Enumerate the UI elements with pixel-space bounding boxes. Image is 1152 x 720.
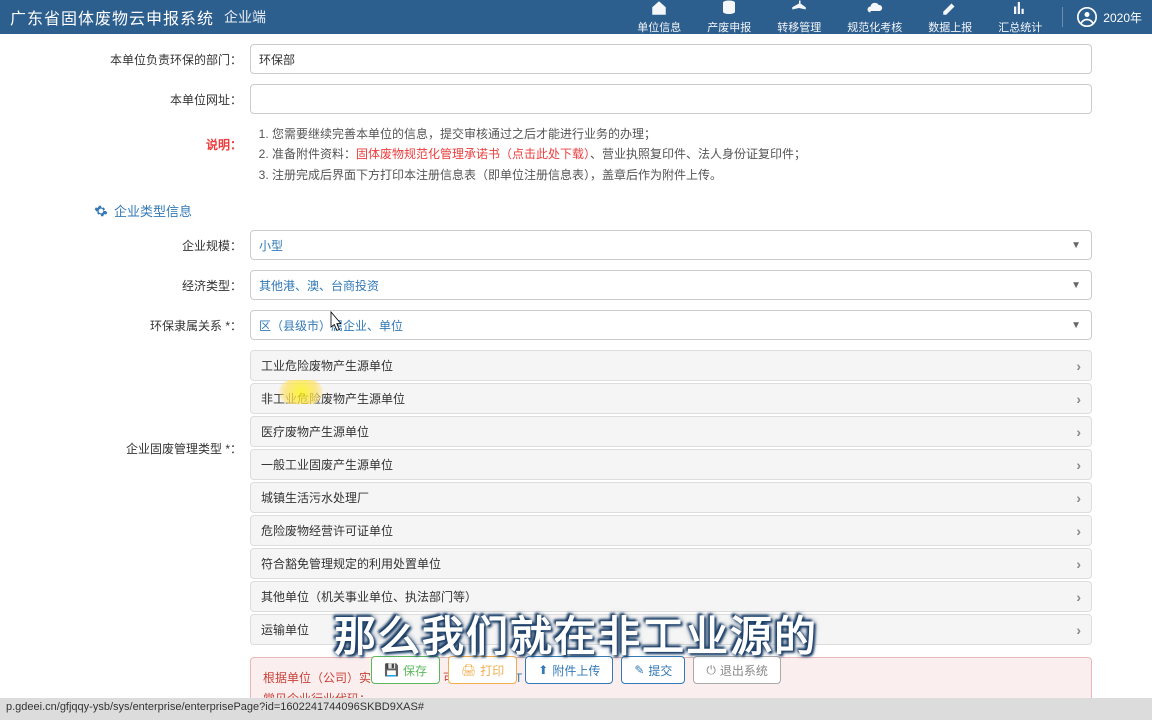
- main-content: 本单位负责环保的部门： 环保部 本单位网址： 说明： 您需要继续完善本单位的信息…: [0, 34, 1152, 700]
- nav-menu: 单位信息产废申报转移管理规范化考核数据上报汇总统计: [637, 0, 1042, 35]
- note-item: 您需要继续完善本单位的信息，提交审核通过之后才能进行业务的办理；: [272, 124, 806, 144]
- edit-icon: [941, 0, 959, 17]
- chevron-right-icon: ›: [1076, 589, 1081, 605]
- website-label: 本单位网址：: [100, 91, 250, 108]
- website-input[interactable]: [250, 84, 1092, 114]
- user-badge[interactable]: 2020年: [1062, 7, 1142, 27]
- mgmt-option[interactable]: 符合豁免管理规定的利用处置单位›: [250, 548, 1092, 579]
- upload-button[interactable]: ⬆附件上传: [525, 656, 613, 684]
- nav-item-edit[interactable]: 数据上报: [928, 0, 972, 35]
- save-button[interactable]: 💾保存: [371, 656, 440, 684]
- env-rel-label: 环保隶属关系 *：: [100, 317, 250, 334]
- mgmt-option[interactable]: 城镇生活污水处理厂›: [250, 482, 1092, 513]
- section-header-label: 企业类型信息: [114, 201, 192, 220]
- row-notes: 说明： 您需要继续完善本单位的信息，提交审核通过之后才能进行业务的办理；准备附件…: [100, 124, 1092, 185]
- print-button[interactable]: 🖨打印: [448, 656, 517, 684]
- row-website: 本单位网址：: [100, 84, 1092, 114]
- chevron-right-icon: ›: [1076, 358, 1081, 374]
- chevron-right-icon: ›: [1076, 391, 1081, 407]
- exit-icon: ⏻: [706, 663, 716, 678]
- row-econ: 经济类型： 其他港、澳、台商投资: [100, 270, 1092, 300]
- upload-icon: ⬆: [538, 663, 548, 677]
- exit-button[interactable]: ⏻退出系统: [693, 656, 781, 684]
- mgmt-option[interactable]: 工业危险废物产生源单位›: [250, 350, 1092, 381]
- chevron-right-icon: ›: [1076, 523, 1081, 539]
- chart-icon: [1011, 0, 1029, 17]
- top-nav: 广东省固体废物云申报系统 企业端 单位信息产废申报转移管理规范化考核数据上报汇总…: [0, 0, 1152, 34]
- brand-title: 广东省固体废物云申报系统: [10, 5, 214, 29]
- row-env-dept: 本单位负责环保的部门： 环保部: [100, 44, 1092, 74]
- submit-icon: ✎: [634, 663, 644, 677]
- note-item: 注册完成后界面下方打印本注册信息表（即单位注册信息表），盖章后作为附件上传。: [272, 165, 806, 185]
- mgmt-option[interactable]: 运输单位›: [250, 614, 1092, 645]
- home-icon: [650, 0, 668, 17]
- print-icon: 🖨: [461, 663, 476, 677]
- econ-label: 经济类型：: [100, 277, 250, 294]
- mgmt-option[interactable]: 一般工业固废产生源单位›: [250, 449, 1092, 480]
- download-link[interactable]: 固体废物规范化管理承诺书（点击此处下载）: [356, 147, 590, 161]
- econ-select[interactable]: 其他港、澳、台商投资: [250, 270, 1092, 300]
- plane-icon: [790, 0, 808, 17]
- nav-item-plane[interactable]: 转移管理: [777, 0, 821, 35]
- user-label: 2020年: [1103, 9, 1142, 26]
- mgmt-label: 企业固废管理类型 *：: [100, 350, 250, 457]
- submit-button[interactable]: ✎提交: [621, 656, 685, 684]
- chevron-right-icon: ›: [1076, 490, 1081, 506]
- status-bar: p.gdeei.cn/gfjqqy-ysb/sys/enterprise/ent…: [0, 698, 1152, 720]
- scale-label: 企业规模：: [100, 237, 250, 254]
- db-icon: [720, 0, 738, 17]
- chevron-right-icon: ›: [1076, 556, 1081, 572]
- chevron-right-icon: ›: [1076, 424, 1081, 440]
- notes-label: 说明：: [100, 124, 250, 185]
- mgmt-option[interactable]: 医疗废物产生源单位›: [250, 416, 1092, 447]
- mgmt-option[interactable]: 危险废物经营许可证单位›: [250, 515, 1092, 546]
- row-mgmt: 企业固废管理类型 *： 工业危险废物产生源单位›非工业危险废物产生源单位›医疗废…: [100, 350, 1092, 647]
- scale-select[interactable]: 小型: [250, 230, 1092, 260]
- section-header: 企业类型信息: [94, 201, 1092, 220]
- row-scale: 企业规模： 小型: [100, 230, 1092, 260]
- note-item: 准备附件资料：固体废物规范化管理承诺书（点击此处下载）、营业执照复印件、法人身份…: [272, 144, 806, 164]
- env-rel-select[interactable]: 区（县级市）属企业、单位: [250, 310, 1092, 340]
- chevron-right-icon: ›: [1076, 622, 1081, 638]
- save-icon: 💾: [384, 663, 399, 677]
- chevron-right-icon: ›: [1076, 457, 1081, 473]
- mgmt-option[interactable]: 非工业危险废物产生源单位›: [250, 383, 1092, 414]
- notes-list: 您需要继续完善本单位的信息，提交审核通过之后才能进行业务的办理；准备附件资料：固…: [250, 124, 806, 185]
- nav-item-home[interactable]: 单位信息: [637, 0, 681, 35]
- gear-icon: [94, 204, 108, 218]
- mgmt-option[interactable]: 其他单位（机关事业单位、执法部门等）›: [250, 581, 1092, 612]
- env-dept-input[interactable]: 环保部: [250, 44, 1092, 74]
- cloud-icon: [866, 0, 884, 17]
- mgmt-accordion: 工业危险废物产生源单位›非工业危险废物产生源单位›医疗废物产生源单位›一般工业固…: [250, 350, 1092, 647]
- nav-item-cloud[interactable]: 规范化考核: [847, 0, 902, 35]
- nav-item-db[interactable]: 产废申报: [707, 0, 751, 35]
- nav-item-chart[interactable]: 汇总统计: [998, 0, 1042, 35]
- env-dept-label: 本单位负责环保的部门：: [100, 51, 250, 68]
- user-icon: [1077, 7, 1097, 27]
- row-env-rel: 环保隶属关系 *： 区（县级市）属企业、单位: [100, 310, 1092, 340]
- action-bar: 💾保存 🖨打印 ⬆附件上传 ✎提交 ⏻退出系统: [0, 656, 1152, 684]
- brand-sub: 企业端: [224, 7, 266, 27]
